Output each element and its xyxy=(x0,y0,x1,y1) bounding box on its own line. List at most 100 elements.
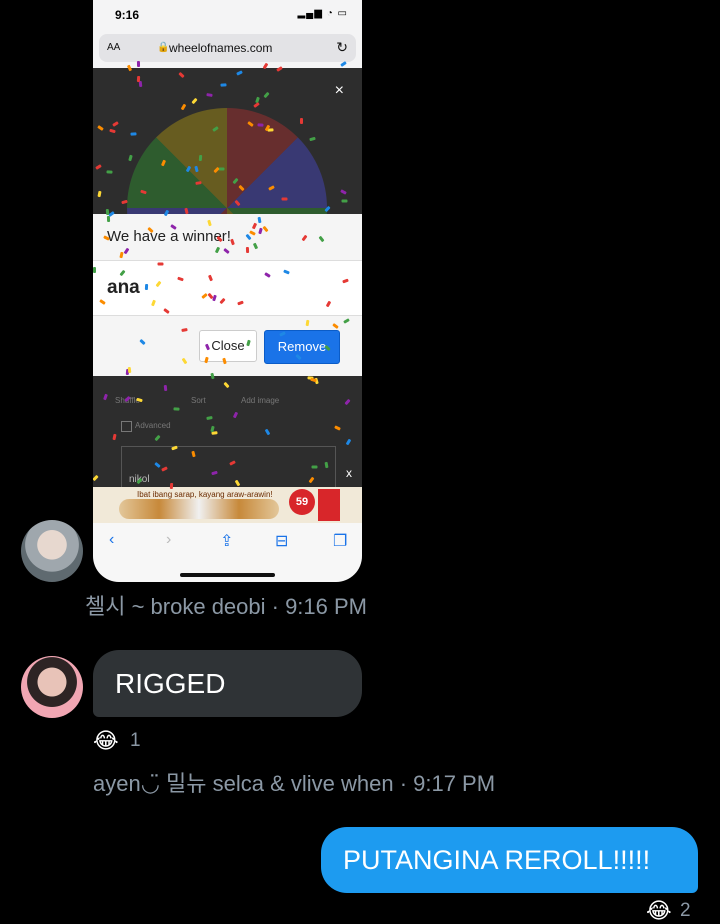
confetti-piece xyxy=(97,191,102,198)
confetti-piece xyxy=(198,154,203,161)
laughing-emoji-icon[interactable]: 😂 xyxy=(646,898,672,924)
confetti-piece xyxy=(343,318,350,325)
confetti-piece xyxy=(184,208,189,215)
confetti-piece xyxy=(295,353,303,360)
confetti-piece xyxy=(281,197,288,201)
address-field[interactable]: AA 🔒 wheelofnames.com ↻ xyxy=(99,34,356,62)
confetti-piece xyxy=(127,154,133,162)
message-text: PUTANGINA REROLL!!!!! xyxy=(343,845,651,875)
confetti-piece xyxy=(206,416,213,421)
confetti-piece xyxy=(230,238,236,246)
confetti-piece xyxy=(207,219,212,227)
confetti-piece xyxy=(234,479,241,487)
confetti-piece xyxy=(103,393,109,401)
confetti-piece xyxy=(246,246,250,254)
confetti-piece xyxy=(308,477,315,484)
confetti-piece xyxy=(267,185,275,192)
confetti-piece xyxy=(222,357,228,365)
confetti-piece xyxy=(177,277,184,282)
confetti-piece xyxy=(138,81,143,88)
confetti-piece xyxy=(136,477,143,485)
confetti-piece xyxy=(339,188,347,195)
avatar[interactable] xyxy=(21,520,83,582)
laughing-emoji-icon[interactable]: 😂 xyxy=(93,728,119,754)
confetti-piece xyxy=(236,70,244,76)
confetti-piece xyxy=(333,425,341,431)
confetti-piece xyxy=(257,216,262,224)
confetti-piece xyxy=(204,356,210,364)
confetti-piece xyxy=(212,126,220,133)
reload-icon[interactable]: ↻ xyxy=(336,39,348,56)
confetti-piece xyxy=(229,460,237,466)
confetti-piece xyxy=(195,181,202,186)
tabs-icon[interactable]: ❐ xyxy=(333,531,347,551)
ad-logo xyxy=(318,489,340,521)
confetti-piece xyxy=(263,62,269,70)
confetti-piece xyxy=(332,322,339,329)
confetti-piece xyxy=(264,428,271,436)
share-icon[interactable]: ⇪ xyxy=(220,531,233,551)
confetti-piece xyxy=(137,75,141,82)
confetti-piece xyxy=(308,136,316,141)
bookmarks-icon[interactable]: ⊟ xyxy=(275,531,288,551)
confetti-piece xyxy=(345,438,351,446)
message-bubble-outgoing[interactable]: PUTANGINA REROLL!!!!! xyxy=(321,827,698,893)
confetti-piece xyxy=(124,396,131,403)
url-text: wheelofnames.com xyxy=(169,41,273,55)
ad-text: Ibat ibang sarap, kayang araw-arawin! xyxy=(137,490,273,499)
confetti-piece xyxy=(194,165,199,173)
confetti-piece xyxy=(318,235,325,242)
confetti-piece xyxy=(93,266,97,273)
confetti-piece xyxy=(123,248,130,255)
signal-wifi-battery-icon: ▂▄▆ ◔ ▭ xyxy=(297,8,348,19)
confetti-piece xyxy=(112,433,117,440)
confetti xyxy=(93,60,362,490)
confetti-piece xyxy=(264,271,272,278)
confetti-piece xyxy=(300,117,304,124)
confetti-piece xyxy=(173,407,180,411)
shared-screenshot[interactable]: 9:16 ▂▄▆ ◔ ▭ AA 🔒 wheelofnames.com ↻ × W… xyxy=(93,0,362,582)
confetti-piece xyxy=(238,185,245,192)
confetti-piece xyxy=(211,470,218,476)
confetti-piece xyxy=(305,320,310,327)
confetti-piece xyxy=(301,234,308,242)
forward-icon[interactable]: › xyxy=(166,531,171,549)
confetti-piece xyxy=(190,98,198,105)
avatar[interactable] xyxy=(21,656,83,718)
status-bar: 9:16 ▂▄▆ ◔ ▭ xyxy=(93,0,362,30)
confetti-piece xyxy=(127,366,132,374)
confetti-piece xyxy=(258,227,263,235)
confetti-piece xyxy=(247,120,254,127)
confetti-piece xyxy=(97,125,105,132)
ad-banner[interactable]: Ibat ibang sarap, kayang araw-arawin! 59 xyxy=(93,487,362,523)
confetti-piece xyxy=(180,104,187,111)
confetti-piece xyxy=(275,66,283,73)
confetti-piece xyxy=(161,160,167,167)
text-size-button[interactable]: AA xyxy=(107,42,120,53)
confetti-piece xyxy=(232,411,238,419)
confetti-piece xyxy=(98,299,106,305)
confetti-piece xyxy=(223,381,230,388)
confetti-piece xyxy=(283,269,290,275)
confetti-piece xyxy=(157,262,164,266)
confetti-piece xyxy=(182,358,188,365)
confetti-piece xyxy=(155,280,162,288)
confetti-piece xyxy=(139,338,146,345)
sender-meta: 첼시 ~ broke deobi · 9:16 PM xyxy=(85,594,368,619)
confetti-piece xyxy=(136,61,140,68)
confetti-piece xyxy=(253,242,259,250)
confetti-piece xyxy=(120,199,128,205)
confetti-piece xyxy=(232,178,239,185)
ad-price: 59 xyxy=(289,489,315,515)
confetti-piece xyxy=(126,65,133,72)
confetti-piece xyxy=(151,299,157,307)
confetti-piece xyxy=(164,209,170,216)
confetti-piece xyxy=(109,129,117,134)
confetti-piece xyxy=(278,331,286,337)
message-bubble[interactable]: RIGGED xyxy=(93,650,362,717)
confetti-piece xyxy=(341,199,348,203)
confetti-piece xyxy=(106,170,113,174)
back-icon[interactable]: ‹ xyxy=(109,531,114,549)
food-image xyxy=(119,499,279,519)
confetti-piece xyxy=(93,474,99,482)
